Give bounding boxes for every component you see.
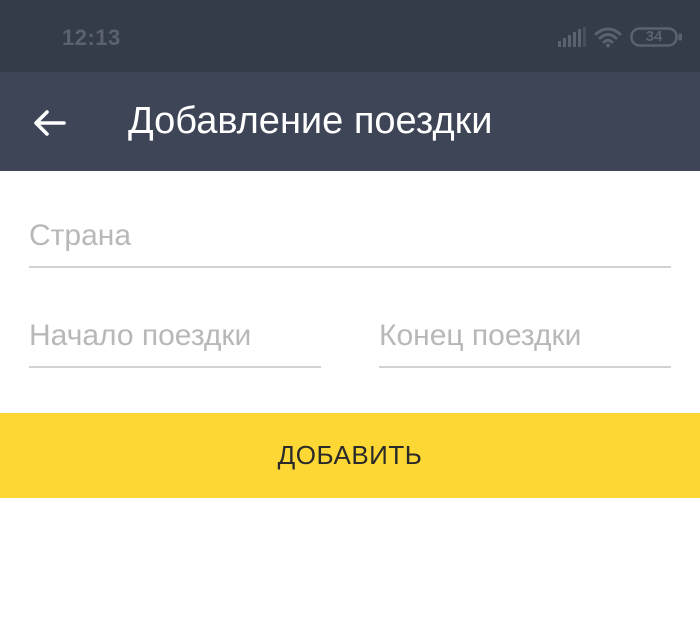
back-button[interactable]	[20, 93, 80, 153]
country-input[interactable]	[29, 206, 671, 266]
trip-start-field	[29, 306, 321, 368]
page-title: Добавление поездки	[128, 100, 493, 142]
wifi-icon	[594, 27, 622, 48]
trip-end-input[interactable]	[379, 306, 671, 366]
signal-icon	[558, 27, 586, 47]
screen: 12:13 34 Добавление поездки Страна Начал…	[0, 0, 700, 638]
trip-end-field	[379, 306, 671, 368]
add-button[interactable]: ДОБАВИТЬ	[0, 413, 700, 498]
arrow-left-icon	[34, 110, 66, 136]
status-icons: 34	[558, 24, 684, 50]
battery-icon: 34	[630, 27, 684, 47]
battery-level: 34	[645, 28, 663, 45]
country-field	[29, 206, 671, 268]
app-bar: Добавление поездки	[0, 72, 700, 171]
status-bar: 12:13 34	[0, 0, 700, 72]
trip-start-input[interactable]	[29, 306, 321, 366]
status-time: 12:13	[62, 25, 121, 50]
